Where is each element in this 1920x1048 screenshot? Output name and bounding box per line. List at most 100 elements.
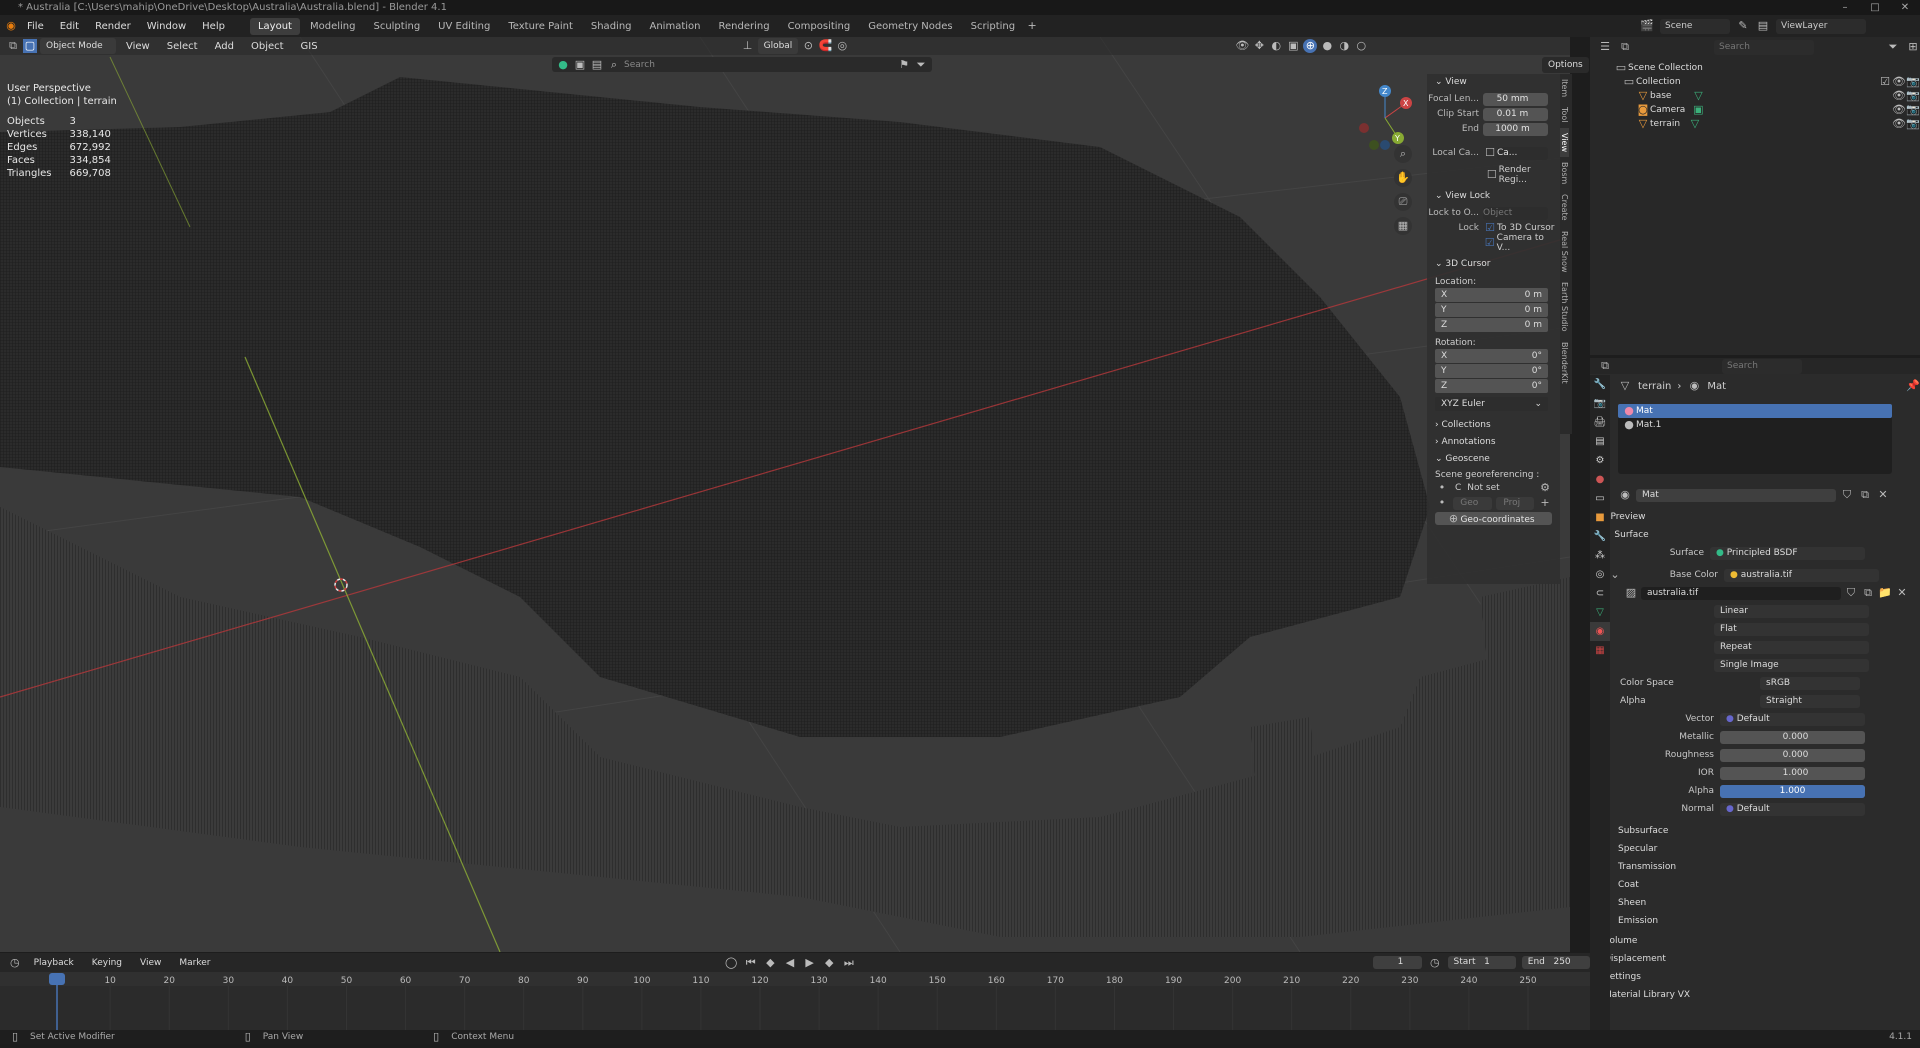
coat-section[interactable]: Coat	[1604, 876, 1920, 894]
cursor-location-y[interactable]: Y0 m	[1435, 303, 1548, 317]
options-dropdown[interactable]: Options	[1542, 57, 1589, 73]
unlink-icon[interactable]: ✕	[1876, 488, 1890, 502]
visibility-icon[interactable]: 👁	[1235, 39, 1249, 53]
auto-keying-icon[interactable]: ◯	[724, 956, 738, 970]
extension-dropdown[interactable]: Repeat	[1714, 640, 1869, 654]
normal-field[interactable]: ● Default	[1720, 802, 1865, 816]
filter-icon[interactable]: ⏷	[914, 58, 928, 72]
timeline-editor-icon[interactable]: ◷	[8, 956, 22, 970]
fake-user-icon[interactable]: ⛉	[1840, 488, 1854, 502]
output-tab-icon[interactable]: 🖨	[1590, 413, 1610, 432]
alpha-slider[interactable]: 1.000	[1720, 784, 1865, 798]
outliner-item-base[interactable]: ▽ base ▽ 👁 📷	[1614, 89, 1920, 103]
collections-header[interactable]: › Collections	[1427, 417, 1560, 434]
jump-end-icon[interactable]: ⏭	[842, 956, 856, 970]
current-frame-field[interactable]: 1	[1373, 956, 1422, 969]
tab-geometry-nodes[interactable]: Geometry Nodes	[860, 18, 960, 35]
clip-end-field[interactable]: 1000 m	[1483, 122, 1548, 136]
image-open-icon[interactable]: 📁	[1878, 586, 1892, 600]
end-frame-field[interactable]: End 250	[1521, 956, 1590, 969]
scene-selector[interactable]: Scene	[1660, 18, 1730, 34]
shading-rendered-icon[interactable]: ○	[1354, 39, 1368, 53]
tool-tab-icon[interactable]: 🔧	[1590, 375, 1610, 394]
geoscene-header[interactable]: ⌄ Geoscene	[1427, 451, 1560, 468]
tab-real-snow[interactable]: Real Snow	[1560, 226, 1569, 277]
data-tab-icon[interactable]: ▽	[1590, 603, 1610, 622]
viewlayer-selector[interactable]: ViewLayer	[1776, 18, 1866, 34]
emission-section[interactable]: Emission	[1604, 912, 1920, 930]
tab-shading[interactable]: Shading	[583, 18, 640, 35]
image-new-icon[interactable]: ⧉	[1861, 586, 1875, 600]
eye-icon[interactable]: 👁	[1892, 103, 1906, 117]
viewport-menu-gis[interactable]: GIS	[294, 39, 325, 54]
camera-view-icon[interactable]: ⎚	[1394, 193, 1412, 211]
displacement-section[interactable]: Displacement	[1590, 950, 1920, 968]
material-name-field[interactable]: Mat	[1636, 488, 1836, 502]
duplicate-icon[interactable]: ⧉	[1858, 488, 1872, 502]
tab-blenderkit[interactable]: BlenderKit	[1560, 337, 1569, 389]
menu-file[interactable]: File	[20, 19, 51, 34]
playback-menu[interactable]: Playback	[28, 955, 80, 971]
clip-start-field[interactable]: 0.01 m	[1483, 107, 1548, 121]
tab-rendering[interactable]: Rendering	[710, 18, 777, 35]
tab-layout[interactable]: Layout	[249, 17, 300, 35]
view-layer-tab-icon[interactable]: ▤	[1590, 432, 1610, 451]
add-georef-icon[interactable]: +	[1538, 496, 1552, 510]
menu-help[interactable]: Help	[195, 19, 232, 34]
image-unlink-icon[interactable]: ✕	[1895, 586, 1909, 600]
constraints-tab-icon[interactable]: ⊂	[1590, 584, 1610, 603]
color-space-dropdown[interactable]: sRGB	[1760, 676, 1860, 690]
proportional-edit-icon[interactable]: ◎	[835, 39, 849, 53]
camera-render-icon[interactable]: 📷	[1906, 75, 1920, 89]
menu-render[interactable]: Render	[88, 19, 138, 34]
interpolation-dropdown[interactable]: Linear	[1714, 604, 1869, 618]
blender-logo-icon[interactable]: ◉	[4, 19, 18, 33]
cursor-rotation-z[interactable]: Z 0°	[1435, 379, 1548, 393]
play-icon[interactable]: ▶	[803, 956, 817, 970]
cursor-rotation-x[interactable]: X 0°	[1435, 349, 1548, 363]
keying-menu[interactable]: Keying	[86, 955, 128, 971]
shading-solid-icon[interactable]: ●	[1320, 39, 1334, 53]
render-tab-icon[interactable]: 📷	[1590, 394, 1610, 413]
shading-wireframe-icon[interactable]: ⊕	[1303, 39, 1318, 53]
tab-bosm[interactable]: Bosm	[1560, 157, 1569, 189]
prev-keyframe-icon[interactable]: ◆	[764, 956, 778, 970]
add-workspace-icon[interactable]: +	[1025, 19, 1039, 33]
material-slot-mat1[interactable]: ● Mat.1	[1618, 418, 1892, 432]
georef-settings-icon[interactable]: ⚙	[1538, 481, 1552, 495]
menu-edit[interactable]: Edit	[53, 19, 86, 34]
physics-tab-icon[interactable]: ◎	[1590, 565, 1610, 584]
camera-render-icon[interactable]: 📷	[1906, 89, 1920, 103]
minimize-icon[interactable]: –	[1830, 0, 1860, 15]
view-panel-header[interactable]: ⌄ View	[1427, 74, 1560, 91]
select-extend-icon[interactable]: ▤	[590, 58, 604, 72]
tab-sculpting[interactable]: Sculpting	[365, 18, 428, 35]
texture-tab-icon[interactable]: ▦	[1590, 641, 1610, 660]
local-camera-checkbox[interactable]: ☐	[1483, 146, 1497, 160]
snap-icon[interactable]: 🧲	[818, 39, 832, 53]
browse-material-icon[interactable]: ◉	[1618, 488, 1632, 502]
pan-hand-icon[interactable]: ✋	[1394, 169, 1412, 187]
specular-section[interactable]: Specular	[1604, 840, 1920, 858]
projection-dropdown[interactable]: Flat	[1714, 622, 1869, 636]
tab-modeling[interactable]: Modeling	[302, 18, 364, 35]
ior-field[interactable]: 1.000	[1720, 766, 1865, 780]
settings-section[interactable]: Settings	[1590, 968, 1920, 986]
tab-create[interactable]: Create	[1560, 189, 1569, 226]
image-icon[interactable]: ▨	[1624, 586, 1638, 600]
tab-compositing[interactable]: Compositing	[780, 18, 859, 35]
material-library-section[interactable]: Material Library VX	[1590, 986, 1920, 1004]
play-reverse-icon[interactable]: ◀	[783, 956, 797, 970]
bookmark-icon[interactable]: ⚑	[897, 58, 911, 72]
properties-search-input[interactable]: Search	[1722, 358, 1802, 374]
proj-button[interactable]: Proj	[1495, 496, 1534, 510]
collection-tab-icon[interactable]: ▭	[1590, 489, 1610, 508]
viewport-menu-add[interactable]: Add	[208, 39, 241, 54]
scene-tab-icon[interactable]: ⚙	[1590, 451, 1610, 470]
geo-coordinates-button[interactable]: ⊕ Geo-coordinates	[1435, 511, 1552, 525]
shading-material-icon[interactable]: ◑	[1337, 39, 1351, 53]
3d-viewport[interactable]: X Y Z ⌕ ✋ ⎚ ▦	[0, 37, 1570, 952]
navigation-gizmo[interactable]: X Y Z	[1350, 83, 1420, 153]
new-collection-icon[interactable]: ⊞	[1906, 40, 1920, 54]
gizmo-toggle-icon[interactable]: ✥	[1252, 39, 1266, 53]
